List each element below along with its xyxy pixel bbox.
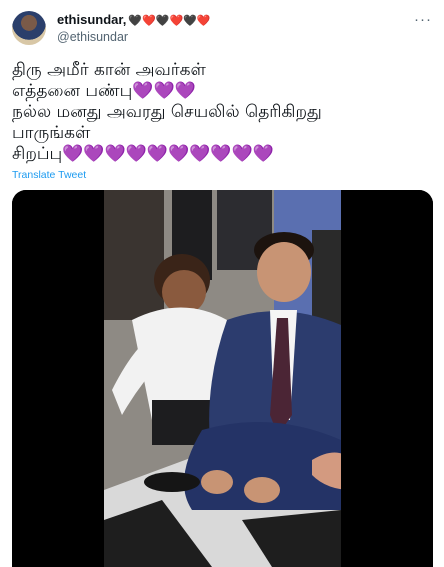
author-name-text: ethisundar,: [57, 12, 127, 27]
video-media[interactable]: [12, 190, 433, 567]
author-hearts: 🖤❤️🖤❤️🖤❤️: [128, 15, 211, 27]
tweet-line: நல்ல மனது அவரது செயலில் தெரிகிறது: [12, 102, 322, 122]
tweet-line: எத்தனை பண்பு💜💜💜: [12, 81, 196, 101]
tweet-line: திரு அமீர் கான் அவர்கள்: [12, 60, 206, 80]
tweet-text: திரு அமீர் கான் அவர்கள் எத்தனை பண்பு💜💜💜 …: [12, 60, 432, 165]
tweet-line: சிறப்பு💜💜💜💜💜💜💜💜💜💜: [12, 144, 274, 164]
video-frame: [12, 190, 433, 567]
author-name[interactable]: ethisundar, 🖤❤️🖤❤️🖤❤️: [57, 12, 211, 29]
avatar[interactable]: [12, 11, 46, 45]
translate-tweet-link[interactable]: Translate Tweet: [12, 169, 86, 181]
tweet-line: பாருங்கள்: [12, 123, 91, 143]
author-handle[interactable]: @ethisundar: [57, 29, 128, 45]
more-dots-icon[interactable]: ···: [414, 11, 432, 28]
